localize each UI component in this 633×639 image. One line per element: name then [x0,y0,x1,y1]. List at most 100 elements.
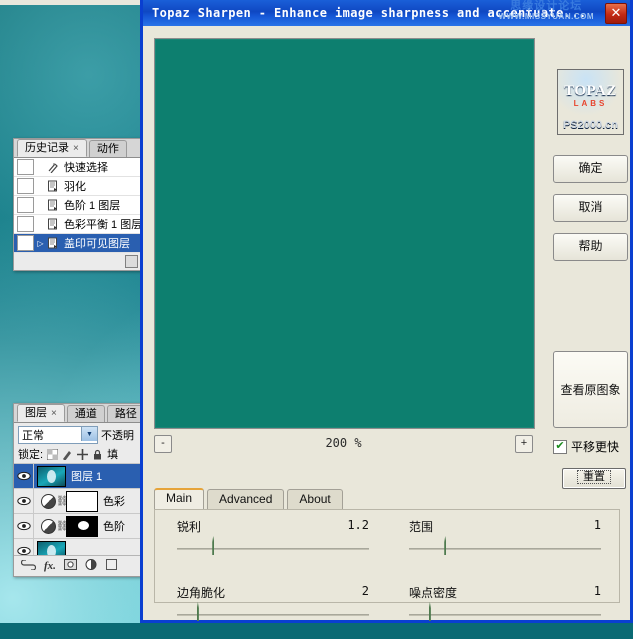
slider-thumb[interactable] [197,603,212,627]
slider-row-1: 锐利 1.2 范围 1 [155,510,619,573]
all-lock-icon[interactable] [92,449,103,460]
list-item[interactable]: 色阶 1 图层 [14,196,142,215]
topaz-labs-logo: TOPAZ LABS PS2000.cn [557,69,624,135]
list-item[interactable]: 羽化 [14,177,142,196]
view-original-button[interactable]: 查看原图象 [553,351,628,428]
pan-faster-row[interactable]: ✔ 平移更快 [553,438,619,455]
pan-faster-checkbox[interactable]: ✔ [553,440,567,454]
slider-sharpness: 锐利 1.2 [155,510,387,573]
logo-sub: LABS [558,99,623,108]
logo-brand: TOPAZ [558,83,623,100]
layers-list: 图层 1 ⛓ 色彩 ⛓ 色阶 [14,464,142,564]
table-row[interactable]: ⛓ 色彩 [14,489,142,514]
list-item-label: 快速选择 [61,159,108,175]
pan-faster-label: 平移更快 [571,438,619,455]
zoom-in-button[interactable]: + [515,435,533,453]
brush-lock-icon[interactable] [62,449,73,460]
history-panel-footer [14,253,142,269]
view-original-label: 查看原图象 [560,381,620,398]
slider-track[interactable] [177,548,369,550]
list-item[interactable]: 快速选择 [14,158,142,177]
link-icon[interactable] [21,560,36,573]
tab-paths[interactable]: 路径 [107,405,143,422]
layers-panel-footer: fx. [14,555,143,576]
image-preview[interactable] [154,38,535,429]
slider-thumb[interactable] [212,537,227,561]
close-icon[interactable]: × [51,408,57,419]
close-icon[interactable]: × [73,143,79,154]
tab-advanced[interactable]: Advanced [207,489,284,509]
zoom-level-label: 200 % [154,436,533,450]
layer-blend-row: 正常 ▼ 不透明 [14,423,142,445]
adjustment-layer-icon [41,519,56,534]
tab-channels-label: 通道 [75,408,97,420]
table-row[interactable]: 图层 1 [14,464,142,489]
fx-icon[interactable]: fx. [44,560,56,572]
eye-icon[interactable] [14,489,34,513]
history-panel: 历史记录× 动作 快速选择 羽化 色阶 [13,138,143,271]
slider-value: 1 [594,584,601,598]
desktop-top-strip [0,0,145,5]
history-snapshot-checkbox[interactable] [17,159,34,175]
table-row[interactable]: ⛓ 色阶 [14,514,142,539]
link-icon[interactable]: ⛓ [56,521,66,532]
eye-icon[interactable] [14,514,34,538]
topaz-sharpen-window: Topaz Sharpen - Enhance image sharpness … [140,0,633,623]
tab-history-label: 历史记录 [25,142,69,154]
slider-track[interactable] [409,548,601,550]
new-snapshot-icon[interactable] [125,255,138,268]
tab-about[interactable]: About [287,489,342,509]
ok-button[interactable]: 确定 [553,155,628,183]
tab-layers[interactable]: 图层 × [17,404,65,422]
help-button[interactable]: 帮助 [553,233,628,261]
fill-label: 填 [107,446,118,462]
transparency-lock-icon[interactable] [47,449,58,460]
zoom-controls: - 200 % + [154,433,533,457]
slider-thumb[interactable] [429,603,444,627]
settings-tabrow: Main Advanced About [154,490,620,509]
slider-thumb[interactable] [444,537,459,561]
tab-channels[interactable]: 通道 [67,405,105,422]
adjustment-icon[interactable] [85,559,98,573]
tab-layers-label: 图层 [25,407,47,419]
tab-actions[interactable]: 动作 [89,140,127,157]
slider-label: 范围 [409,518,433,535]
slider-value: 2 [362,584,369,598]
cancel-button[interactable]: 取消 [553,194,628,222]
layer-name: 色阶 [98,518,125,534]
layers-panel-tabrow: 图层 × 通道 路径 [14,404,142,423]
history-panel-tabrow: 历史记录 × 动作 [14,139,142,158]
list-item[interactable]: 色彩平衡 1 图层 [14,215,142,234]
history-snapshot-checkbox[interactable] [17,216,34,232]
eye-icon[interactable] [14,464,34,488]
layer-lock-row: 锁定: 填 [14,445,142,464]
window-titlebar[interactable]: Topaz Sharpen - Enhance image sharpness … [143,0,630,26]
list-item-label: 盖印可见图层 [61,235,130,251]
new-layer-icon[interactable] [106,559,117,573]
slider-value: 1 [594,518,601,532]
mask-icon[interactable] [64,559,77,573]
layer-mask-thumbnail [66,491,98,512]
tab-history[interactable]: 历史记录 × [17,139,87,157]
chevron-down-icon[interactable]: ▼ [81,427,97,441]
history-snapshot-checkbox[interactable] [17,178,34,194]
slider-edge-crispness: 边角脆化 2 [155,576,387,639]
slider-range: 范围 1 [387,510,619,573]
opacity-label: 不透明 [101,427,134,443]
slider-label: 噪点密度 [409,584,457,601]
reset-label: 重置 [577,470,611,484]
history-snapshot-checkbox[interactable] [17,197,34,213]
tab-main[interactable]: Main [154,488,204,509]
history-current-arrow: ▷ [36,239,45,248]
link-icon[interactable]: ⛓ [56,496,66,507]
layer-thumbnail [37,466,66,487]
move-lock-icon[interactable] [77,449,88,460]
reset-button[interactable]: 重置 [562,468,626,489]
blend-mode-select[interactable]: 正常 ▼ [18,426,98,444]
history-snapshot-checkbox[interactable] [17,235,34,251]
list-item[interactable]: ▷ 盖印可见图层 [14,234,142,253]
slider-label: 锐利 [177,518,201,535]
close-icon[interactable]: ✕ [605,3,627,24]
layers-panel: 图层 × 通道 路径 正常 ▼ 不透明 锁定: 填 [13,403,143,577]
lock-label: 锁定: [18,446,43,462]
